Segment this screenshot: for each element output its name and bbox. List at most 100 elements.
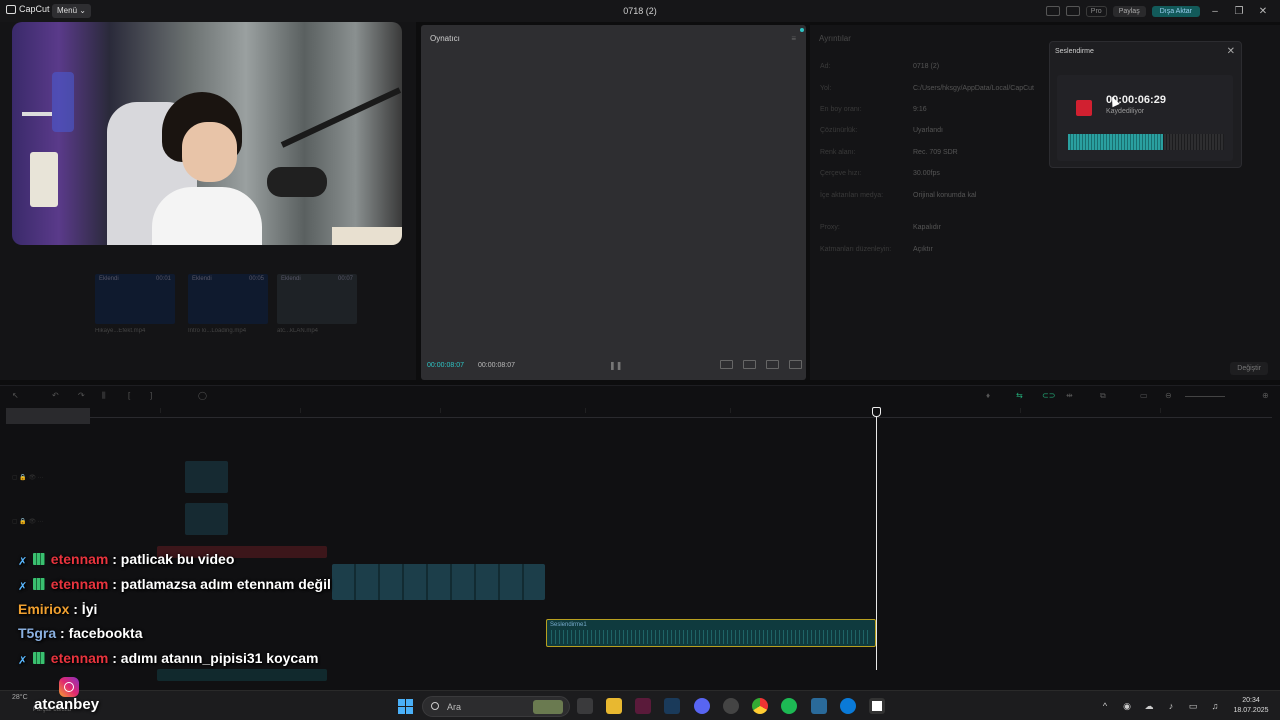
layout-icon[interactable] (1045, 6, 1060, 16)
sticker-clip[interactable] (185, 503, 228, 535)
split-icon[interactable]: ⫼ (102, 391, 106, 401)
network-icon[interactable]: ☁ (1143, 701, 1155, 711)
ruler-tick: | (440, 408, 442, 414)
detail-key: Renk alanı: (820, 149, 856, 156)
sticker-clip[interactable] (185, 461, 228, 493)
shield-icon[interactable]: ◯ (198, 391, 207, 400)
status-dot-icon (800, 28, 804, 32)
stop-record-button[interactable] (1076, 100, 1092, 116)
fit-icon[interactable]: ⊕ (1262, 391, 1269, 400)
playhead[interactable] (876, 408, 877, 670)
detail-key: En boy oranı: (820, 106, 862, 113)
select-tool-icon[interactable]: ↖ (12, 391, 19, 400)
detail-value: Açıktır (913, 246, 933, 253)
link-icon[interactable]: ⇆ (1016, 391, 1023, 400)
chat-text: : adımı atanın_pipisi31 koycam (112, 650, 319, 667)
taskbar-search[interactable]: Ara (422, 696, 570, 717)
chat-message: ✗ etennam : patlamazsa adım etennam deği… (18, 576, 378, 601)
track-controls[interactable]: ▢ 🔒 👁 ··· (12, 518, 44, 525)
voiceover-clip[interactable]: Seslendirme1 (546, 619, 876, 647)
pause-icon[interactable]: ❚❚ (609, 361, 622, 370)
app-icon[interactable] (811, 698, 827, 714)
thumb-type: Eklendi (192, 276, 212, 282)
crop-icon[interactable] (743, 360, 756, 369)
maximize-icon[interactable]: ❐ (1230, 6, 1248, 17)
split-view-icon[interactable]: ⧉ (1100, 391, 1106, 401)
fullscreen-icon[interactable] (789, 360, 802, 369)
voiceover-clip-label: Seslendirme1 (550, 622, 587, 628)
capcut-logo-icon (6, 4, 16, 14)
app-icon[interactable] (723, 698, 739, 714)
spotify-icon[interactable] (781, 698, 797, 714)
undo-icon[interactable]: ↶ (52, 391, 59, 400)
playhead-handle[interactable] (872, 407, 881, 417)
taskbar-clock[interactable]: 20:34 18.07.2025 (1226, 696, 1276, 716)
steam-icon[interactable] (664, 698, 680, 714)
title-bar-actions: Pro Paylaş Dışa Aktar – ❐ ✕ (1045, 3, 1280, 19)
chrome-icon[interactable] (752, 698, 768, 714)
ruler-tick: | (730, 408, 732, 414)
zoom-slider[interactable] (1185, 396, 1225, 397)
hamburger-icon[interactable]: ≡ (791, 34, 796, 43)
menu-label: Menü (57, 6, 78, 15)
app-icon[interactable] (635, 698, 651, 714)
microphone-icon[interactable]: ♦ (986, 391, 990, 400)
file-explorer-icon[interactable] (606, 698, 622, 714)
share-button[interactable]: Paylaş (1112, 5, 1146, 17)
windows-start-icon[interactable] (398, 699, 413, 714)
menu-button[interactable]: Menü ⌄ (52, 4, 91, 18)
trim-right-icon[interactable]: ] (150, 391, 152, 400)
desk-shape (332, 227, 402, 245)
lamp-shape (52, 72, 74, 132)
chat-message: T5gra : facebookta (18, 625, 378, 650)
edge-icon[interactable] (840, 698, 856, 714)
export-label: Dışa Aktar (1159, 7, 1192, 15)
task-view-icon[interactable] (577, 698, 593, 714)
time-ruler[interactable]: | | | | | | | (90, 408, 1272, 418)
track-controls[interactable]: ▢ 🔒 👁 ··· (12, 474, 44, 481)
media-thumb[interactable]: Eklendi 00:05 (188, 274, 268, 324)
close-window-icon[interactable]: ✕ (1254, 6, 1272, 17)
aspect-ratio-icon[interactable] (720, 360, 733, 369)
volume-icon[interactable]: ♫ (1209, 701, 1221, 711)
shelf-shape (22, 112, 52, 116)
trim-left-icon[interactable]: [ (128, 391, 130, 400)
voiceover-dialog: Seslendirme ✕ 00:00:06:29 Kaydediliyor (1049, 41, 1242, 168)
face-shape (182, 122, 237, 182)
minimize-icon[interactable]: – (1206, 6, 1224, 17)
media-thumb[interactable]: Eklendi 00:07 (277, 274, 357, 324)
export-button[interactable]: Dışa Aktar (1151, 5, 1200, 17)
sub-badge-icon (32, 577, 45, 590)
caption-icon[interactable]: ▭ (1140, 391, 1148, 400)
chat-text: : patlicak bu video (112, 551, 235, 567)
stream-chat-overlay: ✗ etennam : patlicak bu video ✗ etennam … (18, 551, 378, 675)
detail-key: Çözünürlük: (820, 127, 858, 134)
shortcut-icon[interactable] (1065, 6, 1080, 16)
detail-key: Proxy: (820, 224, 840, 231)
media-thumb[interactable]: Eklendi 00:01 (95, 274, 175, 324)
sub-badge-icon (32, 652, 45, 665)
chat-message: ✗ etennam : adımı atanın_pipisi31 koycam (18, 650, 378, 675)
app-tray-icon[interactable]: ◉ (1121, 701, 1133, 711)
preview-axis-icon[interactable]: ⇹ (1066, 391, 1073, 400)
ruler-tick: | (1160, 408, 1162, 414)
mic-tray-icon[interactable]: ♪ (1165, 701, 1177, 711)
chevron-up-icon[interactable]: ^ (1099, 701, 1111, 711)
details-title: Ayrıntılar (819, 34, 851, 43)
discord-icon[interactable] (694, 698, 710, 714)
pro-button[interactable]: Pro (1085, 5, 1107, 17)
weather-temp: 28°C (12, 694, 28, 701)
change-button[interactable]: Değiştir (1230, 362, 1268, 375)
capcut-taskbar-icon[interactable] (869, 698, 885, 714)
thumb-label: Intro lo...Loading.mp4 (188, 328, 247, 334)
bag-shape (30, 152, 58, 207)
magnet-icon[interactable]: ⊂⊃ (1042, 391, 1055, 400)
ratio-icon[interactable] (766, 360, 779, 369)
chat-badges: ✗ (18, 577, 45, 593)
search-placeholder: Ara (447, 702, 462, 712)
redo-icon[interactable]: ↷ (78, 391, 85, 400)
detail-key: Katmanları düzenleyin: (820, 246, 892, 253)
zoom-out-icon[interactable]: ⊖ (1165, 391, 1172, 400)
close-icon[interactable]: ✕ (1227, 46, 1235, 57)
display-icon[interactable]: ▭ (1187, 701, 1199, 711)
